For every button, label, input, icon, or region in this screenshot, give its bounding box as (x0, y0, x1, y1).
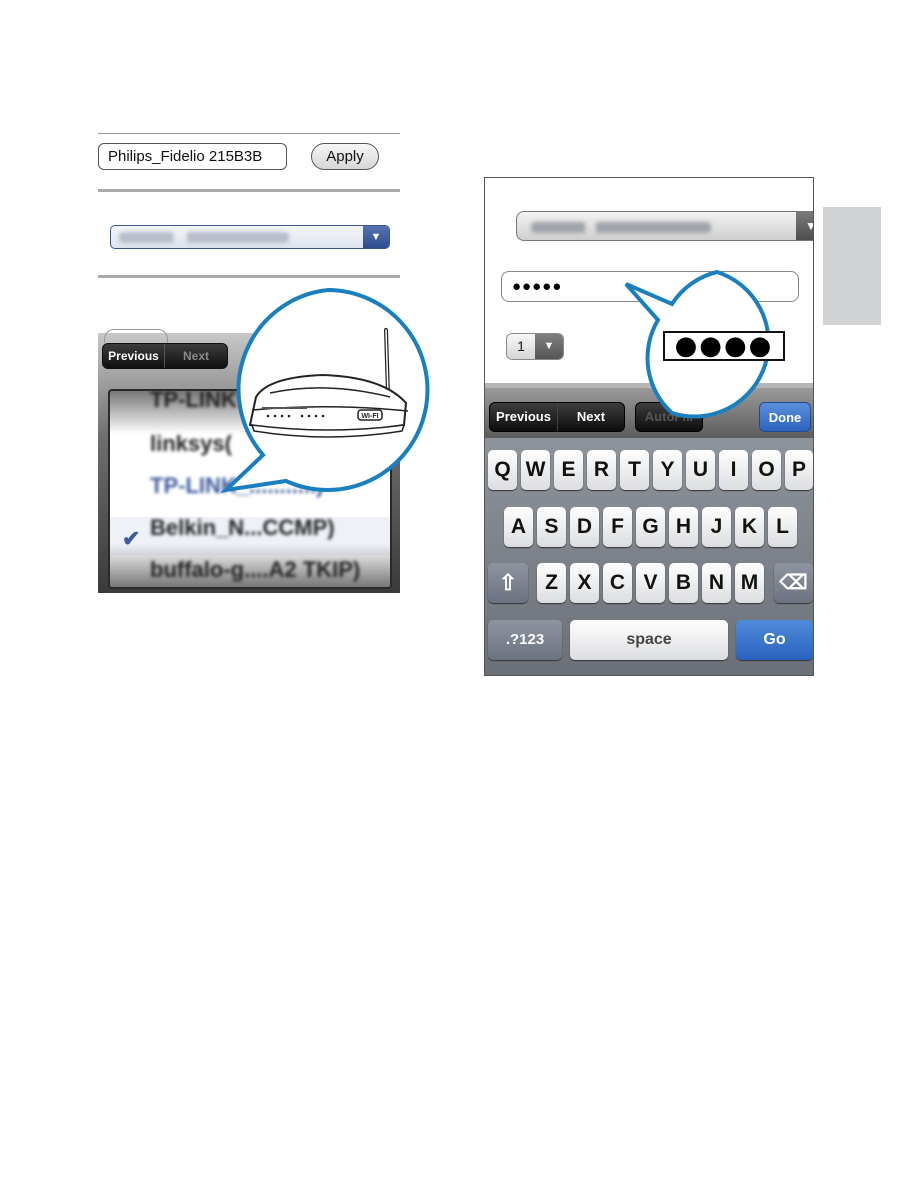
key-z[interactable]: Z (537, 563, 566, 603)
network-name-blurred (119, 232, 289, 243)
shift-key[interactable]: ⇧ (488, 563, 528, 603)
space-key[interactable]: space (570, 620, 728, 660)
divider (98, 133, 400, 134)
checkmark-icon: ✔ (122, 526, 141, 551)
key-a[interactable]: A (504, 507, 533, 547)
key-g[interactable]: G (636, 507, 665, 547)
router-callout: WI-FI (220, 287, 430, 493)
key-o[interactable]: O (752, 450, 781, 490)
network-name-blurred (531, 222, 711, 233)
key-k[interactable]: K (735, 507, 764, 547)
apply-button[interactable]: Apply (311, 143, 379, 170)
previous-button[interactable]: Previous (103, 344, 165, 368)
previous-button[interactable]: Previous (490, 403, 558, 431)
zoomed-password-dots: ●●●● (675, 331, 774, 361)
device-name-field[interactable]: Philips_Fidelio 215B3B (98, 143, 287, 170)
side-tab (823, 207, 881, 325)
network-select[interactable]: ▼ (516, 211, 813, 241)
key-t[interactable]: T (620, 450, 649, 490)
picker-item[interactable]: buffalo-g....A2 TKIP) (150, 557, 360, 583)
picker-item[interactable]: Belkin_N...CCMP) (150, 515, 335, 541)
chevron-down-icon[interactable]: ▼ (535, 334, 563, 359)
key-e[interactable]: E (554, 450, 583, 490)
key-h[interactable]: H (669, 507, 698, 547)
key-c[interactable]: C (603, 563, 632, 603)
key-j[interactable]: J (702, 507, 731, 547)
key-index-select[interactable]: 1 ▼ (506, 333, 564, 360)
prev-next-control: Previous Next (102, 343, 228, 369)
key-s[interactable]: S (537, 507, 566, 547)
onscreen-keyboard: Q W E R T Y U I O P A S D F G H J K L ⇧ … (485, 438, 813, 675)
key-m[interactable]: M (735, 563, 764, 603)
divider (98, 275, 400, 278)
tab-outline (104, 329, 168, 343)
prev-next-control: Previous Next (489, 402, 625, 432)
next-button[interactable]: Next (558, 403, 624, 431)
key-q[interactable]: Q (488, 450, 517, 490)
key-f[interactable]: F (603, 507, 632, 547)
key-d[interactable]: D (570, 507, 599, 547)
chevron-down-icon[interactable]: ▼ (796, 212, 813, 240)
network-select[interactable]: ▼ (110, 225, 390, 249)
key-y[interactable]: Y (653, 450, 682, 490)
shift-icon: ⇧ (498, 570, 518, 595)
key-w[interactable]: W (521, 450, 550, 490)
key-i[interactable]: I (719, 450, 748, 490)
password-callout: ●●●● (624, 269, 785, 419)
key-u[interactable]: U (686, 450, 715, 490)
delete-key[interactable]: ⌫ (774, 563, 813, 603)
divider (98, 189, 400, 192)
key-v[interactable]: V (636, 563, 665, 603)
key-x[interactable]: X (570, 563, 599, 603)
key-l[interactable]: L (768, 507, 797, 547)
key-r[interactable]: R (587, 450, 616, 490)
wifi-badge: WI-FI (361, 413, 378, 420)
numbers-key[interactable]: .?123 (488, 620, 562, 660)
backspace-icon: ⌫ (779, 572, 808, 594)
key-p[interactable]: P (785, 450, 813, 490)
key-index-value: 1 (507, 334, 535, 359)
go-key[interactable]: Go (736, 620, 813, 660)
chevron-down-icon[interactable]: ▼ (363, 226, 389, 248)
key-b[interactable]: B (669, 563, 698, 603)
key-n[interactable]: N (702, 563, 731, 603)
